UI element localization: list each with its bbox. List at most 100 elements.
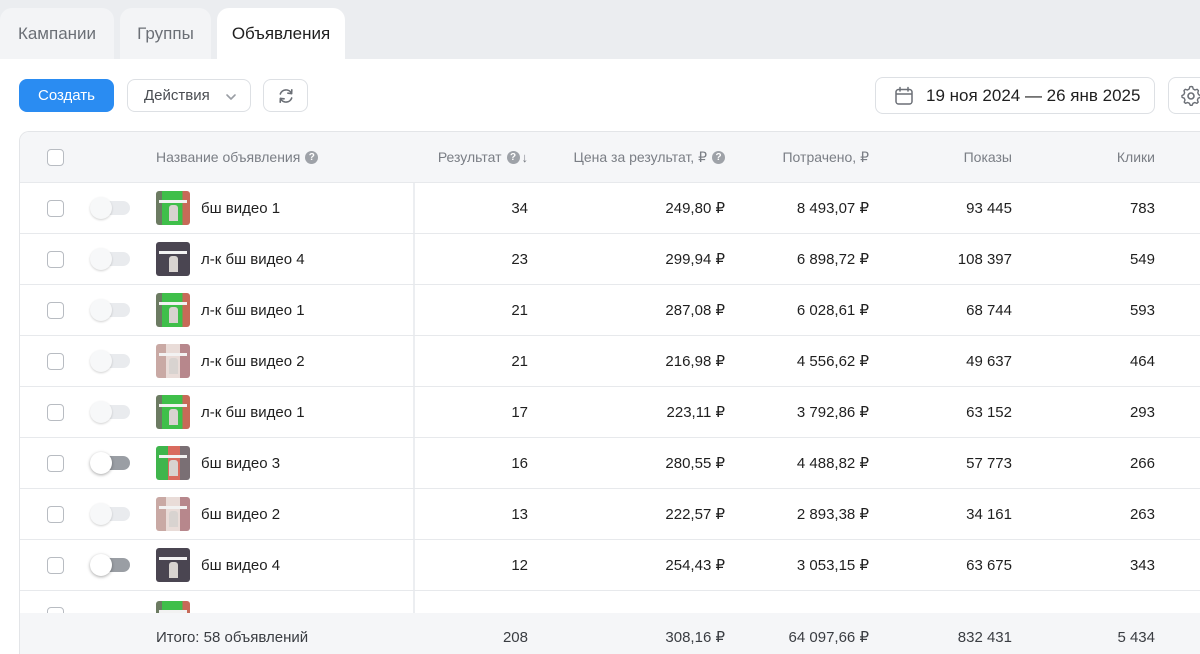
ad-thumbnail [156,242,190,276]
ad-thumbnail [156,601,190,613]
shows-value: 57 773 [966,454,1012,472]
ad-thumbnail [156,446,190,480]
status-toggle[interactable] [90,452,130,474]
column-spent-label[interactable]: Потрачено, ₽ [782,149,869,166]
row-checkbox[interactable] [47,403,64,421]
shows-value: 49 637 [966,352,1012,370]
settings-button[interactable] [1168,77,1200,114]
table-totals-row: Итого: 58 объявлений 208 308,16 ₽ 64 097… [20,613,1200,654]
gear-icon [1180,85,1200,107]
result-value: 17 [511,403,528,421]
spent-value: 3 053,15 ₽ [796,557,869,574]
row-checkbox[interactable] [47,352,64,370]
result-value: 23 [511,250,528,268]
actions-dropdown[interactable]: Действия [127,79,251,112]
table-row [20,591,1200,613]
ad-name[interactable]: л-к бш видео 2 [201,353,305,370]
ad-name[interactable]: л-к бш видео 4 [201,251,305,268]
ads-table: Название объявления ? Результат ? ↓ Цена… [19,131,1200,654]
date-range-text: 19 ноя 2024 — 26 янв 2025 [926,85,1141,105]
status-toggle[interactable] [90,401,130,423]
ad-name[interactable]: бш видео 4 [201,557,280,574]
select-all-checkbox[interactable] [47,148,64,166]
spent-value: 8 493,07 ₽ [796,200,869,217]
status-toggle[interactable] [90,350,130,372]
clicks-value: 293 [1129,403,1155,421]
row-checkbox[interactable] [47,454,64,472]
ad-name[interactable]: бш видео 2 [201,506,280,523]
table-row[interactable]: л-к бш видео 4 23 299,94 ₽ 6 898,72 ₽ 108 39… [20,234,1200,285]
refresh-button[interactable] [263,79,308,112]
date-range-picker[interactable]: 19 ноя 2024 — 26 янв 2025 [875,77,1155,114]
ad-name[interactable]: бш видео 3 [201,455,280,472]
price-value: 249,80 ₽ [665,200,725,217]
shows-value: 34 161 [966,505,1012,523]
column-price-label[interactable]: Цена за результат, ₽ [573,149,707,166]
row-checkbox[interactable] [47,556,64,574]
shows-value: 93 445 [966,199,1012,217]
result-value: 21 [511,352,528,370]
totals-spent: 64 097,66 ₽ [788,629,869,646]
row-checkbox[interactable] [47,250,64,268]
price-value: 254,43 ₽ [665,557,725,574]
ad-thumbnail [156,344,190,378]
table-row[interactable]: л-к бш видео 1 21 287,08 ₽ 6 028,61 ₽ 68 744… [20,285,1200,336]
clicks-value: 549 [1129,250,1155,268]
ad-name[interactable]: л-к бш видео 1 [201,302,305,319]
clicks-value: 263 [1129,505,1155,523]
shows-value: 63 675 [966,556,1012,574]
clicks-value: 464 [1129,352,1155,370]
status-toggle[interactable] [90,197,130,219]
help-icon[interactable]: ? [305,150,319,164]
tab-campaigns[interactable]: Кампании [0,8,114,59]
clicks-value: 593 [1129,301,1155,319]
column-shows-label[interactable]: Показы [964,149,1012,165]
clicks-value: 783 [1129,199,1155,217]
tab-groups[interactable]: Группы [120,8,211,59]
table-row[interactable]: бш видео 3 16 280,55 ₽ 4 488,82 ₽ 57 773 266 [20,438,1200,489]
column-result-label[interactable]: Результат [438,149,502,165]
status-toggle[interactable] [90,554,130,576]
totals-result: 208 [502,628,528,646]
column-clicks-label[interactable]: Клики [1117,149,1155,165]
column-name-label: Название объявления [156,149,301,165]
result-value: 13 [511,505,528,523]
status-toggle[interactable] [90,299,130,321]
totals-price: 308,16 ₽ [665,629,725,646]
ad-name[interactable]: л-к бш видео 1 [201,404,305,421]
shows-value: 68 744 [966,301,1012,319]
result-value: 12 [511,556,528,574]
totals-label: Итого: 58 объявлений [156,628,309,646]
result-value: 16 [511,454,528,472]
price-value: 222,57 ₽ [665,506,725,523]
ad-name[interactable]: бш видео 1 [201,200,280,217]
price-value: 216,98 ₽ [665,353,725,370]
result-value: 34 [511,199,528,217]
table-row[interactable]: бш видео 4 12 254,43 ₽ 3 053,15 ₽ 63 675 343 [20,540,1200,591]
table-row[interactable]: бш видео 1 34 249,80 ₽ 8 493,07 ₽ 93 445 783 [20,183,1200,234]
table-row[interactable]: л-к бш видео 2 21 216,98 ₽ 4 556,62 ₽ 49 637… [20,336,1200,387]
status-toggle[interactable] [90,503,130,525]
ad-thumbnail [156,497,190,531]
create-button[interactable]: Создать [19,79,114,112]
spent-value: 4 488,82 ₽ [796,455,869,472]
spent-value: 2 893,38 ₽ [796,506,869,523]
table-row[interactable]: бш видео 2 13 222,57 ₽ 2 893,38 ₽ 34 161 263 [20,489,1200,540]
help-icon[interactable]: ? [506,150,520,164]
tab-ads[interactable]: Объявления [217,8,345,59]
row-checkbox[interactable] [47,505,64,523]
ad-thumbnail [156,191,190,225]
spent-value: 6 898,72 ₽ [796,251,869,268]
chevron-down-icon [225,90,237,107]
row-checkbox[interactable] [47,199,64,217]
ad-thumbnail [156,293,190,327]
result-value: 21 [511,301,528,319]
help-icon[interactable]: ? [712,150,725,164]
row-checkbox[interactable] [47,301,64,319]
totals-shows: 832 431 [957,628,1012,646]
spent-value: 4 556,62 ₽ [796,353,869,370]
table-row[interactable]: л-к бш видео 1 17 223,11 ₽ 3 792,86 ₽ 63 152… [20,387,1200,438]
status-toggle[interactable] [90,248,130,270]
shows-value: 108 397 [957,250,1012,268]
refresh-icon [276,86,296,106]
